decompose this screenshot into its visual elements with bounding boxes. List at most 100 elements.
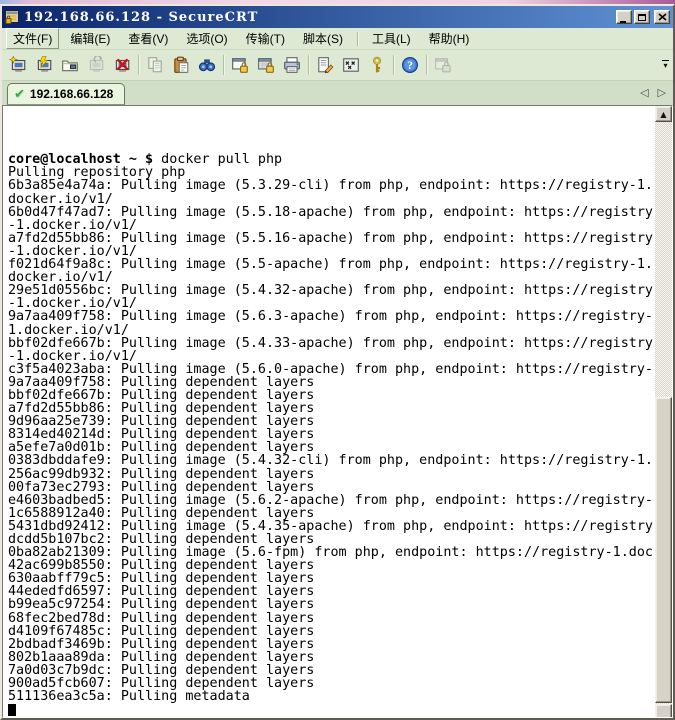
terminal-line: 6b0d47f47ad7: Pulling image (5.5.18-apac… xyxy=(8,206,655,219)
copy-icon xyxy=(146,56,164,74)
find-button[interactable] xyxy=(194,53,220,77)
raw-log-icon xyxy=(257,56,275,74)
quick-connect-icon xyxy=(35,56,53,74)
terminal-cursor xyxy=(8,704,16,716)
properties-icon xyxy=(316,56,334,74)
terminal-line: 511136ea3c5a: Pulling metadata xyxy=(8,690,655,703)
menu-separator xyxy=(357,32,358,46)
terminal-line: b99ea5c97254: Pulling dependent layers xyxy=(8,598,655,611)
menu-bar: 文件(F)编辑(E)查看(V)选项(O)传输(T)脚本(S) 工具(L)帮助(H) xyxy=(2,28,673,50)
toolbar: ? ▾ xyxy=(2,50,673,81)
close-icon xyxy=(658,13,667,21)
toolbar-separator xyxy=(308,55,309,75)
scrollbar-thumb[interactable] xyxy=(655,397,672,703)
menu-item-edit[interactable]: 编辑(E) xyxy=(63,28,117,49)
tab-scroll-right-icon[interactable]: ▷ xyxy=(658,86,666,99)
terminal-line: 1.docker.io/v1/ xyxy=(8,324,655,337)
menu-item-tools[interactable]: 工具(L) xyxy=(365,28,418,49)
session-tab-label: 192.168.66.128 xyxy=(30,87,113,101)
toolbar-separator xyxy=(393,55,394,75)
terminal-screen[interactable]: core@localhost ~ $ docker pull php Pulli… xyxy=(2,105,673,718)
copy-button xyxy=(142,53,168,77)
quick-connect-button[interactable] xyxy=(31,53,57,77)
folder-monitor-icon xyxy=(61,56,79,74)
connect-button[interactable] xyxy=(5,53,31,77)
raw-log-session-button[interactable] xyxy=(253,53,279,77)
terminal-line: d4109f67485c: Pulling dependent layers xyxy=(8,625,655,638)
print-icon xyxy=(283,56,301,74)
terminal-line: 00fa73ec2793: Pulling dependent layers xyxy=(8,481,655,494)
terminal-line: a7fd2d55bb86: Pulling image (5.5.16-apac… xyxy=(8,232,655,245)
terminal-line: 256ac99db932: Pulling dependent layers xyxy=(8,468,655,481)
toolbar-separator xyxy=(138,55,139,75)
terminal-scrollbar[interactable]: ▲ xyxy=(655,106,672,717)
toolbar-overflow-button[interactable]: ▾ xyxy=(660,54,671,74)
terminal-line: 1c6588912a40: Pulling dependent layers xyxy=(8,507,655,520)
toolbar-buttons: ? xyxy=(5,53,456,77)
menu-item-file[interactable]: 文件(F) xyxy=(6,28,59,49)
minimize-button[interactable] xyxy=(616,10,632,24)
scrollbar-up-button[interactable]: ▲ xyxy=(655,106,672,122)
terminal-line: 2bdbadf3469b: Pulling dependent layers xyxy=(8,638,655,651)
connect-in-tab-button[interactable] xyxy=(57,53,83,77)
log-session-button[interactable] xyxy=(227,53,253,77)
menu-item-script[interactable]: 脚本(S) xyxy=(296,28,350,49)
tab-scroll-buttons: ◁ ▷ xyxy=(640,86,666,99)
keymap-icon xyxy=(342,56,360,74)
title-bar[interactable]: 192.168.66.128 - SecureCRT xyxy=(2,6,673,28)
help-button[interactable]: ? xyxy=(397,53,423,77)
menu-item-help[interactable]: 帮助(H) xyxy=(422,28,477,49)
reconnect-button xyxy=(83,53,109,77)
svg-text:?: ? xyxy=(407,60,413,72)
print-button[interactable] xyxy=(279,53,305,77)
disconnect-icon xyxy=(113,56,131,74)
chevron-down-icon: ▾ xyxy=(663,63,667,69)
minimize-icon xyxy=(620,12,626,23)
connect-icon xyxy=(9,56,27,74)
arrow-up-icon: ▲ xyxy=(660,110,666,119)
session-tab[interactable]: ✔ 192.168.66.128 xyxy=(7,83,125,105)
window-title: 192.168.66.128 - SecureCRT xyxy=(24,10,612,25)
terminal-line: e4603badbed5: Pulling image (5.6.2-apach… xyxy=(8,494,655,507)
toolbar-separator xyxy=(426,55,427,75)
log-session-icon xyxy=(231,56,249,74)
terminal-line: 802b1aaa89da: Pulling dependent layers xyxy=(8,651,655,664)
lock-session-button xyxy=(430,53,456,77)
lock-icon xyxy=(434,56,452,74)
terminal-line: -1.docker.io/v1/ xyxy=(8,350,655,363)
keymap-editor-button[interactable] xyxy=(338,53,364,77)
connected-check-icon: ✔ xyxy=(14,87,25,102)
close-button[interactable] xyxy=(654,10,670,24)
terminal-line xyxy=(8,114,655,127)
session-options-button[interactable] xyxy=(312,53,338,77)
terminal-line: 0383dbddafe9: Pulling image (5.4.32-cli)… xyxy=(8,454,655,467)
securecrt-window: 192.168.66.128 - SecureCRT 文件(F)编辑(E)查看(… xyxy=(0,4,675,720)
toolbar-separator xyxy=(223,55,224,75)
terminal-line: 9a7aa409f758: Pulling image (5.6.3-apach… xyxy=(8,310,655,323)
maximize-icon xyxy=(638,14,646,21)
menu-item-transfer[interactable]: 传输(T) xyxy=(239,28,292,49)
reconnect-icon xyxy=(87,56,105,74)
securecrt-app-icon[interactable] xyxy=(4,9,20,25)
tab-scroll-left-icon[interactable]: ◁ xyxy=(640,86,648,99)
terminal-output: core@localhost ~ $ docker pull php Pulli… xyxy=(3,106,655,717)
terminal-line: -1.docker.io/v1/ xyxy=(8,219,655,232)
help-icon: ? xyxy=(401,56,419,74)
menu-item-options[interactable]: 选项(O) xyxy=(179,28,234,49)
terminal-line xyxy=(8,127,655,140)
paste-icon xyxy=(172,56,190,74)
terminal-line: 68fec2bed78d: Pulling dependent layers xyxy=(8,612,655,625)
ssh-key-button[interactable] xyxy=(364,53,390,77)
terminal-line: bbf02dfe667b: Pulling image (5.4.33-apac… xyxy=(8,337,655,350)
terminal-line: 9a7aa409f758: Pulling dependent layers xyxy=(8,376,655,389)
window-controls xyxy=(616,10,670,24)
disconnect-button[interactable] xyxy=(109,53,135,77)
menu-item-view[interactable]: 查看(V) xyxy=(121,28,175,49)
paste-button[interactable] xyxy=(168,53,194,77)
terminal-line: c3f5a4023aba: Pulling image (5.6.0-apach… xyxy=(8,363,655,376)
maximize-button[interactable] xyxy=(634,10,650,24)
key-icon xyxy=(368,56,386,74)
scrollbar-down-button[interactable] xyxy=(655,704,672,718)
terminal-line xyxy=(8,703,655,716)
terminal-line: 6b3a85e4a74a: Pulling image (5.3.29-cli)… xyxy=(8,179,655,192)
